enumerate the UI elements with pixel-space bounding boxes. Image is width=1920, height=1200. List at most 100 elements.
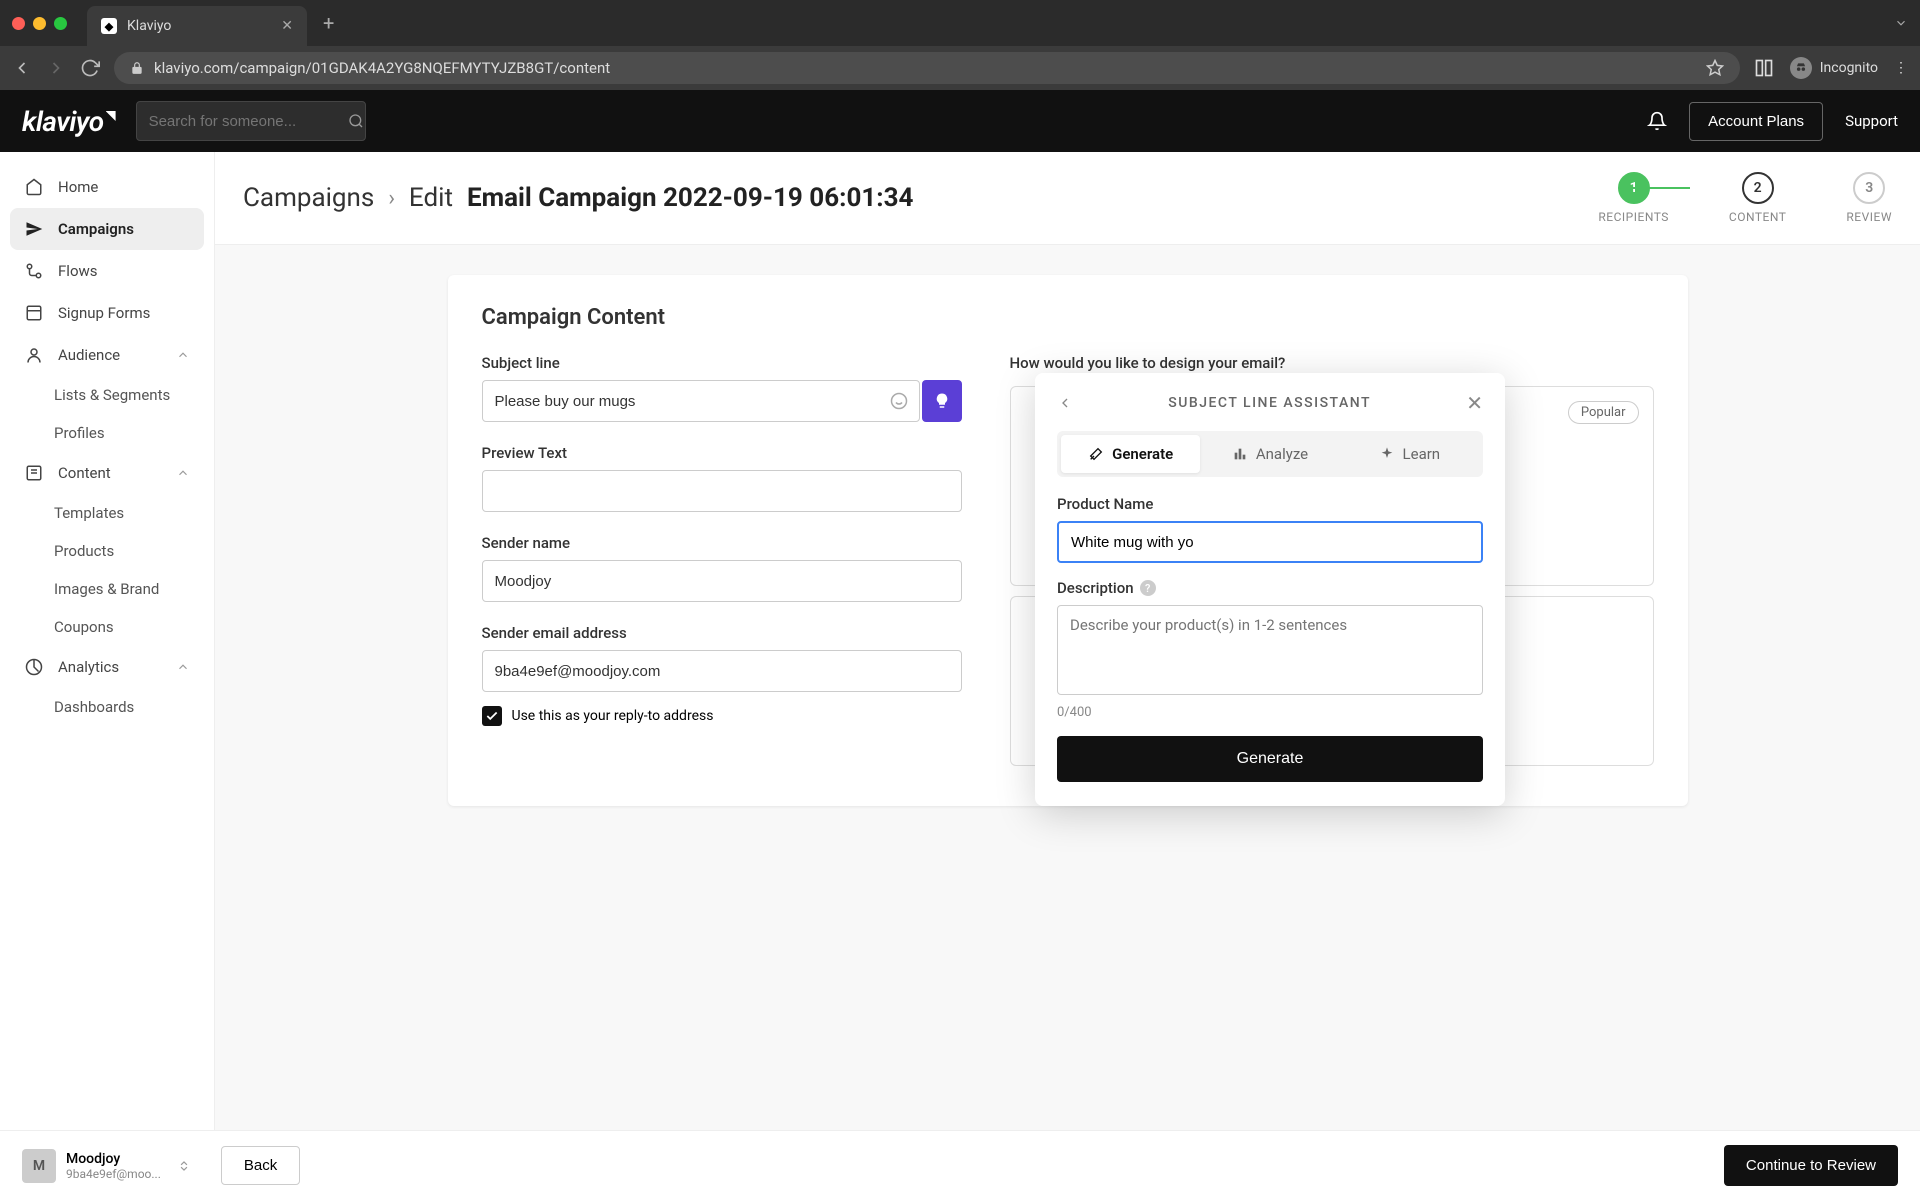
description-label: Description ?: [1057, 579, 1483, 597]
reply-to-checkbox-row[interactable]: Use this as your reply-to address: [482, 706, 962, 726]
breadcrumb-row: Campaigns › Edit Email Campaign 2022-09-…: [215, 152, 1920, 245]
favicon-icon: ◆: [101, 18, 117, 34]
tabs-overflow-icon[interactable]: [1894, 16, 1908, 30]
star-icon[interactable]: [1706, 59, 1724, 77]
wand-icon: [1088, 446, 1104, 462]
chevron-up-icon: [176, 348, 190, 362]
account-email: 9ba4e9ef@moo...: [66, 1167, 161, 1181]
char-count: 0/400: [1057, 705, 1483, 720]
tab-learn[interactable]: Learn: [1340, 435, 1479, 473]
audience-icon: [24, 346, 44, 364]
content-icon: [24, 464, 44, 482]
browser-tab-bar: ◆ Klaviyo ✕ +: [0, 0, 1920, 46]
browser-tab[interactable]: ◆ Klaviyo ✕: [87, 6, 307, 46]
url-field[interactable]: klaviyo.com/campaign/01GDAK4A2YG8NQEFMYT…: [114, 52, 1740, 84]
form-icon: [24, 304, 44, 322]
account-plans-button[interactable]: Account Plans: [1689, 102, 1823, 141]
bell-icon[interactable]: [1647, 111, 1667, 131]
tab-label: Learn: [1403, 445, 1441, 463]
sidebar-item-label: Campaigns: [58, 220, 134, 238]
new-tab-button[interactable]: +: [323, 11, 334, 35]
product-name-label: Product Name: [1057, 495, 1483, 513]
sidebar-sub-images[interactable]: Images & Brand: [10, 570, 204, 608]
tab-close-icon[interactable]: ✕: [281, 18, 293, 34]
sidebar-item-campaigns[interactable]: Campaigns: [10, 208, 204, 250]
sender-email-input[interactable]: [482, 650, 962, 692]
popover-back-icon[interactable]: [1057, 395, 1073, 411]
sidebar-item-content[interactable]: Content: [10, 452, 204, 494]
sidebar-sub-coupons[interactable]: Coupons: [10, 608, 204, 646]
tab-label: Generate: [1112, 445, 1173, 463]
reply-to-label: Use this as your reply-to address: [512, 708, 714, 724]
sidebar-sub-dashboards[interactable]: Dashboards: [10, 688, 204, 726]
tab-title: Klaviyo: [127, 18, 171, 34]
sidebar-item-signup-forms[interactable]: Signup Forms: [10, 292, 204, 334]
emoji-icon[interactable]: [890, 392, 908, 410]
design-heading: How would you like to design your email?: [1010, 354, 1654, 372]
home-icon: [24, 178, 44, 196]
app-topbar: klaviyo Account Plans Support: [0, 90, 1920, 152]
popover-close-icon[interactable]: ✕: [1466, 391, 1483, 415]
extensions-icon[interactable]: [1754, 58, 1774, 78]
subject-line-input[interactable]: [482, 380, 920, 422]
account-switcher[interactable]: M Moodjoy 9ba4e9ef@moo...: [22, 1149, 191, 1183]
lock-icon: [130, 61, 144, 75]
preview-text-input[interactable]: [482, 470, 962, 512]
back-icon[interactable]: [12, 58, 32, 78]
support-link[interactable]: Support: [1845, 112, 1898, 130]
reload-icon[interactable]: [80, 58, 100, 78]
sidebar-sub-profiles[interactable]: Profiles: [10, 414, 204, 452]
sidebar-item-label: Content: [58, 464, 111, 482]
step-label: REVIEW: [1846, 210, 1892, 224]
breadcrumb-separator-icon: ›: [388, 186, 395, 211]
sender-name-input[interactable]: [482, 560, 962, 602]
continue-button[interactable]: Continue to Review: [1724, 1145, 1898, 1186]
sidebar-item-analytics[interactable]: Analytics: [10, 646, 204, 688]
incognito-badge[interactable]: Incognito: [1790, 57, 1878, 79]
sidebar-item-label: Signup Forms: [58, 304, 150, 322]
sender-name-label: Sender name: [482, 534, 962, 552]
help-icon[interactable]: ?: [1140, 580, 1156, 596]
global-search[interactable]: [136, 101, 366, 141]
browser-url-bar: klaviyo.com/campaign/01GDAK4A2YG8NQEFMYT…: [0, 46, 1920, 90]
subject-assistant-button[interactable]: [922, 380, 962, 422]
account-name: Moodjoy: [66, 1151, 161, 1167]
page-title: Email Campaign 2022-09-19 06:01:34: [467, 183, 913, 213]
window-close-icon[interactable]: [12, 17, 25, 30]
step-content[interactable]: 2 CONTENT: [1729, 172, 1787, 224]
subject-line-label: Subject line: [482, 354, 962, 372]
checkbox-checked-icon[interactable]: [482, 706, 502, 726]
step-review[interactable]: 3 REVIEW: [1846, 172, 1892, 224]
search-input[interactable]: [149, 113, 348, 130]
generate-button[interactable]: Generate: [1057, 736, 1483, 782]
chevron-up-icon: [176, 466, 190, 480]
sidebar-sub-lists[interactable]: Lists & Segments: [10, 376, 204, 414]
updown-icon[interactable]: [177, 1157, 191, 1175]
breadcrumb-root[interactable]: Campaigns: [243, 183, 374, 213]
logo[interactable]: klaviyo: [22, 105, 116, 138]
search-icon[interactable]: [348, 113, 364, 129]
product-name-input[interactable]: [1057, 521, 1483, 563]
forward-icon[interactable]: [46, 58, 66, 78]
send-icon: [24, 220, 44, 238]
description-textarea[interactable]: [1057, 605, 1483, 695]
step-label: RECIPIENTS: [1598, 210, 1669, 224]
traffic-lights: [12, 17, 67, 30]
window-minimize-icon[interactable]: [33, 17, 46, 30]
tab-generate[interactable]: Generate: [1061, 435, 1200, 473]
sidebar-sub-templates[interactable]: Templates: [10, 494, 204, 532]
popover-title: SUBJECT LINE ASSISTANT: [1073, 395, 1466, 411]
window-maximize-icon[interactable]: [54, 17, 67, 30]
sidebar-item-flows[interactable]: Flows: [10, 250, 204, 292]
breadcrumb-edit: Edit: [409, 183, 453, 213]
chart-icon: [1232, 446, 1248, 462]
browser-menu-icon[interactable]: ⋮: [1894, 60, 1908, 76]
sidebar-sub-products[interactable]: Products: [10, 532, 204, 570]
main-content: Campaigns › Edit Email Campaign 2022-09-…: [215, 152, 1920, 1130]
back-button[interactable]: Back: [221, 1146, 300, 1185]
sidebar-item-home[interactable]: Home: [10, 166, 204, 208]
incognito-icon: [1790, 57, 1812, 79]
step-recipients[interactable]: 1 RECIPIENTS: [1598, 172, 1669, 224]
sidebar-item-audience[interactable]: Audience: [10, 334, 204, 376]
tab-analyze[interactable]: Analyze: [1200, 435, 1339, 473]
